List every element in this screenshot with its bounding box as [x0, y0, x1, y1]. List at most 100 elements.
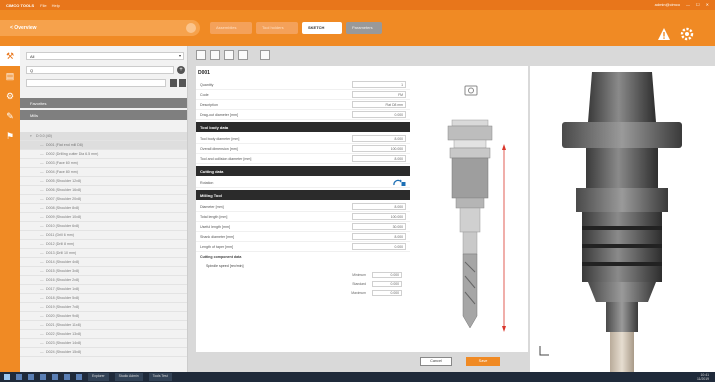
tree-item[interactable]: — D017 (Shoulder 1x8): [20, 285, 187, 294]
tab-tool-holders[interactable]: Tool holders: [256, 22, 298, 34]
menu-help[interactable]: Help: [52, 3, 60, 8]
field-input[interactable]: Flat D8 mm: [352, 101, 406, 108]
tree-item[interactable]: — D019 (Shoulder 7x8): [20, 303, 187, 312]
tab-assemblies[interactable]: Assemblies: [210, 22, 252, 34]
3d-view[interactable]: [530, 66, 715, 372]
field-input[interactable]: 8.000: [352, 233, 406, 240]
tree-item[interactable]: — D014 (Shoulder 4x8): [20, 258, 187, 267]
tree-item-label: D008 (Shoulder 8x8): [46, 206, 80, 210]
tool-icon: —: [40, 215, 44, 219]
filter-select[interactable]: All ▾: [26, 52, 184, 60]
field-input[interactable]: 8.000: [352, 135, 406, 142]
save-button[interactable]: Save: [466, 357, 500, 366]
field-input[interactable]: FM: [352, 91, 406, 98]
tab-parameters[interactable]: Parameters: [346, 22, 382, 34]
taskbar-app[interactable]: Explorer: [88, 373, 109, 381]
tree-item[interactable]: — D022 (Shoulder 13x8): [20, 330, 187, 339]
field-input[interactable]: 100.000: [352, 145, 406, 152]
minimize-icon[interactable]: —: [686, 2, 690, 7]
tree-item[interactable]: — D011 (Drill 6 mm): [20, 231, 187, 240]
tree-item[interactable]: — D002 (Drilling cutter Dia 6.5 mm): [20, 150, 187, 159]
tree-item[interactable]: — D020 (Shoulder 9x8): [20, 312, 187, 321]
field-input[interactable]: 100.000: [352, 213, 406, 220]
folder-icon[interactable]: [52, 374, 58, 380]
search-input[interactable]: Q: [26, 66, 174, 74]
tab-sketch[interactable]: SKETCH: [302, 22, 342, 34]
group-favorites[interactable]: Favorites: [20, 98, 187, 108]
form-row: Tool and collision diameter [mm] 8.000: [196, 154, 410, 164]
tree-item[interactable]: — D004 (Face 80 mm): [20, 168, 187, 177]
tree-item[interactable]: — D009 (Shoulder 10x8): [20, 213, 187, 222]
field-input[interactable]: 0.000: [352, 111, 406, 118]
camera-icon[interactable]: [464, 85, 478, 96]
start-icon[interactable]: [4, 374, 10, 380]
tool-list-icon[interactable]: ✎: [0, 106, 20, 126]
back-button[interactable]: < Overview: [0, 20, 200, 36]
tree-item[interactable]: — D008 (Shoulder 8x8): [20, 204, 187, 213]
new-icon[interactable]: [196, 50, 206, 60]
clock[interactable]: 10:41 11/2019: [697, 373, 709, 381]
taskbar-app[interactable]: Studio Admin: [114, 373, 143, 381]
tree-item[interactable]: — D003 (Face 60 mm): [20, 159, 187, 168]
store-icon[interactable]: [76, 374, 82, 380]
field-input[interactable]: 8.000: [352, 203, 406, 210]
tree-item[interactable]: — D016 (Shoulder 2x8): [20, 276, 187, 285]
tree-item[interactable]: ▾ D 0.0 (40): [20, 132, 187, 141]
tree-item[interactable]: — D024 (Shoulder 15x8): [20, 348, 187, 357]
taskbar-app[interactable]: Tools Test: [148, 373, 172, 381]
tree-item[interactable]: — D018 (Shoulder 5x8): [20, 294, 187, 303]
mail-icon[interactable]: [64, 374, 70, 380]
tree-item[interactable]: — D007 (Shoulder 20x8): [20, 195, 187, 204]
gear-icon[interactable]: [680, 27, 694, 41]
close-icon[interactable]: ✕: [706, 2, 709, 7]
tree-item[interactable]: — D023 (Shoulder 14x8): [20, 339, 187, 348]
tree-item-label: D019 (Shoulder 7x8): [46, 305, 80, 309]
side-nav: ⚒ ▤ ⚙ ✎ ⚑: [0, 46, 20, 372]
field-input[interactable]: 30.000: [352, 223, 406, 230]
tree-item-label: D023 (Shoulder 14x8): [46, 341, 82, 345]
rotation-toggle-icon[interactable]: [392, 179, 406, 187]
tree-item[interactable]: — D010 (Shoulder 6x8): [20, 222, 187, 231]
tree-item[interactable]: — D005 (Shoulder 12x8): [20, 177, 187, 186]
window-controls: admin@cimco — ☐ ✕: [655, 2, 709, 7]
filter-icon[interactable]: [170, 79, 177, 87]
speed-input[interactable]: 0.000: [372, 271, 402, 278]
menu-file[interactable]: File: [40, 3, 46, 8]
cancel-button[interactable]: Cancel: [420, 357, 452, 366]
form-row: Drag-out diameter [mm] 0.000: [196, 110, 410, 120]
speed-label: Minimum: [352, 272, 366, 277]
export-icon[interactable]: [238, 50, 248, 60]
field-input[interactable]: 1: [352, 81, 406, 88]
warning-icon[interactable]: [657, 27, 671, 41]
maximize-icon[interactable]: ☐: [696, 2, 700, 7]
assembly-icon[interactable]: ⚙: [0, 86, 20, 106]
speed-input[interactable]: 0.000: [372, 289, 402, 296]
tree-item-label: D012 (Drill 8 mm): [46, 242, 75, 246]
speed-input[interactable]: 0.000: [372, 280, 402, 287]
machine-icon[interactable]: ⚑: [0, 126, 20, 146]
import-icon[interactable]: [260, 50, 270, 60]
tree-item[interactable]: — D001 (Flat end mill D8): [20, 141, 187, 150]
copy-icon[interactable]: [210, 50, 220, 60]
tool-icon: —: [40, 332, 44, 336]
task-view-icon[interactable]: [28, 374, 34, 380]
selection-field[interactable]: [26, 79, 166, 87]
field-input[interactable]: 8.000: [352, 155, 406, 162]
tree-item-label: D020 (Shoulder 9x8): [46, 314, 80, 318]
tools-icon[interactable]: ⚒: [0, 46, 20, 66]
group-mills[interactable]: Mills: [20, 110, 187, 120]
tool-icon: —: [40, 224, 44, 228]
tree-item-label: D006 (Shoulder 16x8): [46, 188, 82, 192]
field-input[interactable]: 0.000: [352, 243, 406, 250]
tree-item[interactable]: — D006 (Shoulder 16x8): [20, 186, 187, 195]
add-tool-button[interactable]: +: [177, 66, 185, 74]
tree-item[interactable]: — D013 (Drill 10 mm): [20, 249, 187, 258]
tree-item[interactable]: — D015 (Shoulder 3x8): [20, 267, 187, 276]
delete-icon[interactable]: [224, 50, 234, 60]
holder-icon[interactable]: ▤: [0, 66, 20, 86]
sort-icon[interactable]: [179, 79, 186, 87]
tree-item[interactable]: — D012 (Drill 8 mm): [20, 240, 187, 249]
edge-icon[interactable]: [40, 374, 46, 380]
tree-item[interactable]: — D021 (Shoulder 11x8): [20, 321, 187, 330]
search-icon[interactable]: [16, 374, 22, 380]
